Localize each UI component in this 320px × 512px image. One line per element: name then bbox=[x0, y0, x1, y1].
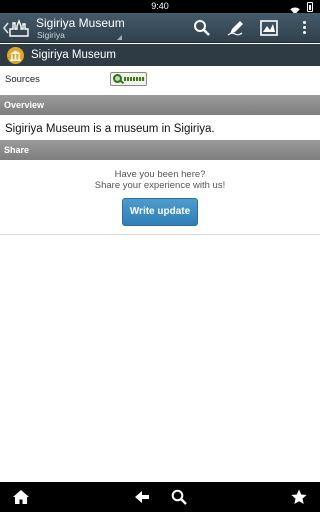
overflow-menu-icon[interactable] bbox=[303, 21, 307, 35]
sources-label: Sources bbox=[5, 74, 40, 85]
overview-text: Sigiriya Museum is a museum in Sigiriya. bbox=[5, 123, 215, 135]
action-bar: Sigiriya Museum Sigiriya bbox=[0, 13, 320, 43]
star-icon[interactable] bbox=[290, 488, 308, 506]
place-header: Sigiriya Museum bbox=[0, 44, 320, 66]
overview-heading: Overview bbox=[4, 100, 45, 110]
museum-icon bbox=[7, 47, 24, 64]
divider bbox=[0, 234, 320, 235]
source-logo-icon[interactable] bbox=[110, 72, 147, 86]
overview-section-header: Overview bbox=[0, 95, 320, 115]
back-arrow-icon[interactable] bbox=[133, 488, 151, 506]
city-skyline-icon[interactable] bbox=[9, 19, 29, 37]
sources-row: Sources bbox=[0, 69, 320, 91]
bottom-nav-bar bbox=[0, 482, 320, 512]
write-update-button[interactable]: Write update bbox=[122, 198, 198, 226]
share-section-header: Share bbox=[0, 140, 320, 160]
page-subtitle[interactable]: Sigiriya bbox=[37, 30, 65, 40]
spinner-indicator-icon[interactable] bbox=[117, 35, 122, 40]
search-icon[interactable] bbox=[192, 18, 212, 38]
share-heading: Share bbox=[4, 145, 30, 155]
share-prompt-line2: Share your experience with us! bbox=[94, 180, 226, 191]
wifi-icon bbox=[290, 2, 300, 15]
place-title: Sigiriya Museum bbox=[31, 49, 116, 61]
status-bar: 9:40 bbox=[0, 0, 320, 15]
map-icon[interactable] bbox=[259, 18, 279, 38]
page-title[interactable]: Sigiriya Museum bbox=[36, 16, 125, 30]
battery-icon bbox=[307, 2, 313, 12]
home-icon[interactable] bbox=[12, 488, 30, 506]
status-time: 9:40 bbox=[151, 1, 169, 11]
search-icon[interactable] bbox=[170, 488, 188, 506]
pen-icon[interactable] bbox=[226, 18, 246, 38]
